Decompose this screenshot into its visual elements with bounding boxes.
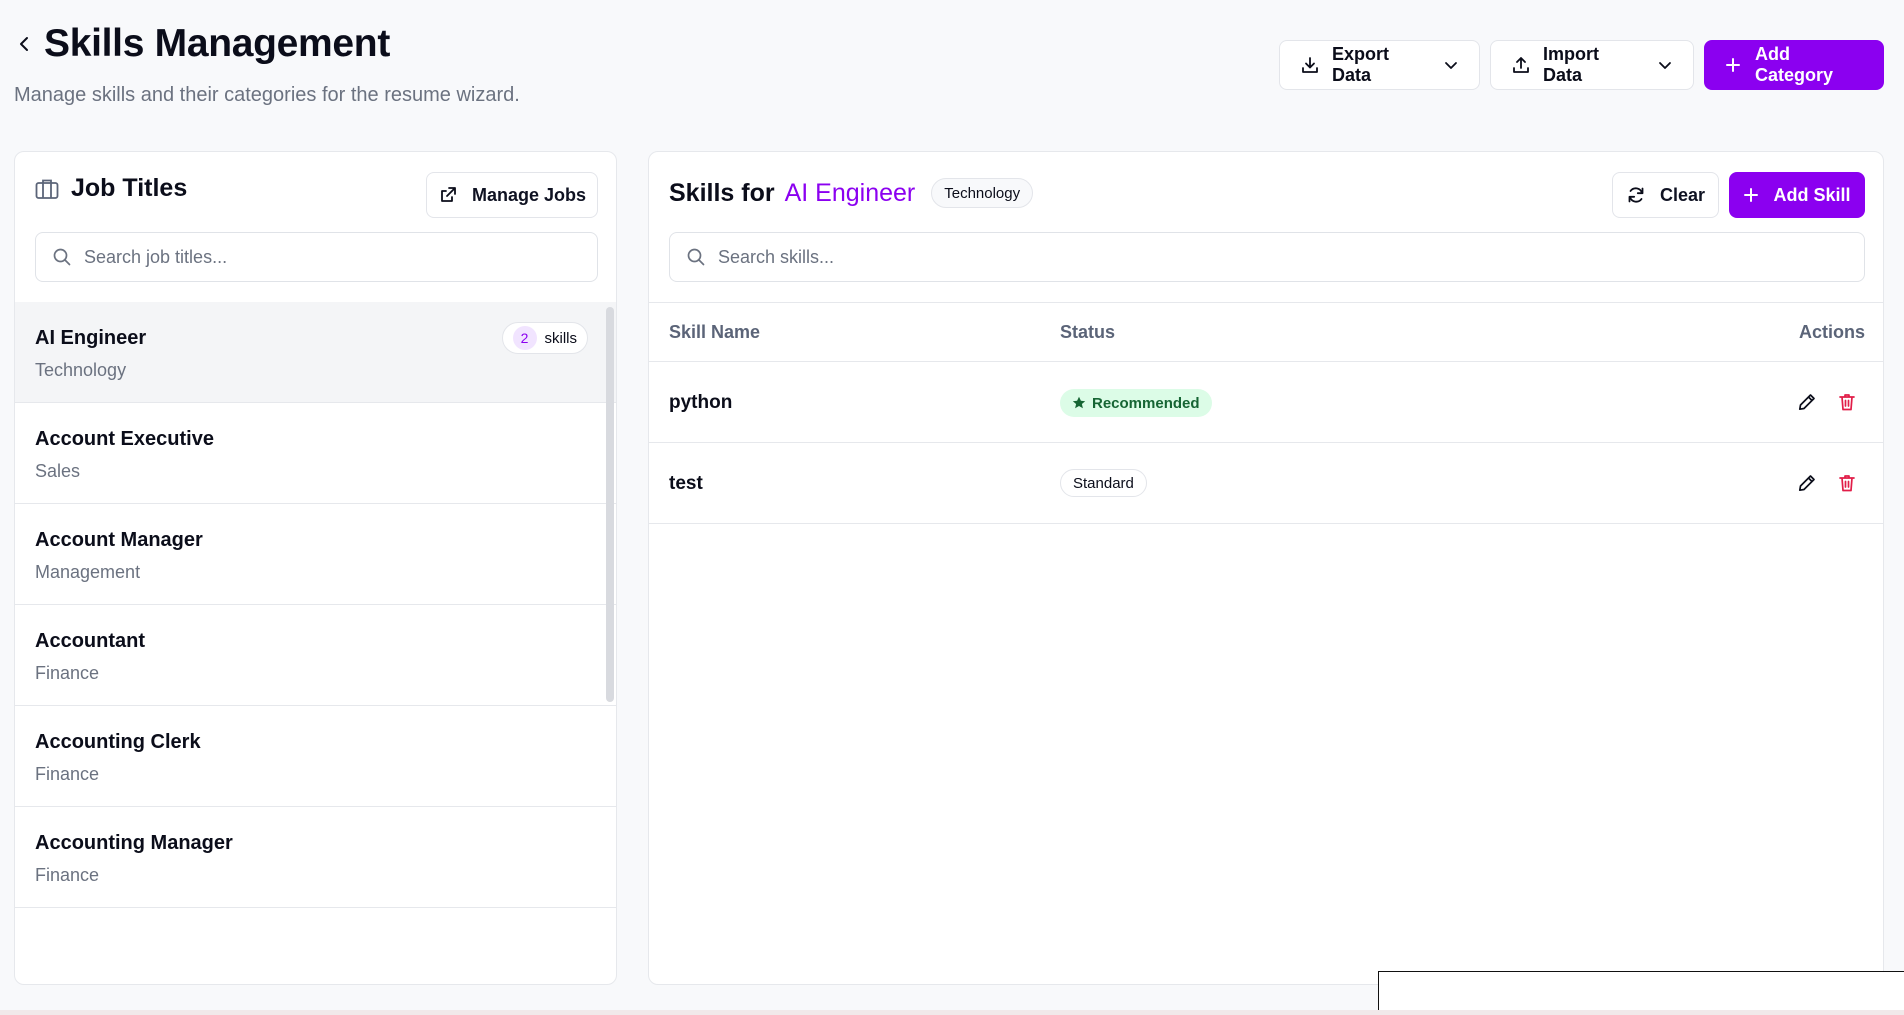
job-item-account-executive[interactable]: Account Executive Sales (15, 403, 616, 504)
job-name: Account Manager (35, 529, 203, 551)
refresh-icon (1626, 185, 1646, 205)
skills-header: Skills for AI Engineer Technology (669, 178, 1034, 208)
column-header-actions: Actions (1798, 322, 1865, 342)
skills-table: Skill Name Status Actions python Recomme… (649, 302, 1883, 524)
job-titles-header: Job Titles (35, 174, 187, 203)
skill-count-badge: 2 skills (501, 322, 588, 354)
chevron-down-icon (1443, 57, 1459, 73)
star-icon (1072, 396, 1086, 410)
chevron-down-icon (1657, 57, 1673, 73)
table-row: test Standard (649, 443, 1883, 524)
skill-count-number: 2 (512, 326, 537, 350)
job-item-account-manager[interactable]: Account Manager Management (15, 504, 616, 605)
job-name: Accountant (35, 630, 145, 652)
status-badge-standard: Standard (1060, 469, 1147, 497)
column-header-skill-name: Skill Name (669, 322, 761, 342)
job-name: AI Engineer (35, 327, 147, 349)
skills-panel: Skills for AI Engineer Technology Clear … (648, 151, 1884, 985)
job-item-accountant[interactable]: Accountant Finance (15, 605, 616, 706)
add-category-button[interactable]: Add Category (1704, 40, 1884, 90)
bottom-edge (0, 1010, 1904, 1015)
add-skill-button[interactable]: Add Skill (1729, 172, 1865, 218)
job-search-input[interactable] (84, 246, 581, 268)
manage-jobs-button[interactable]: Manage Jobs (426, 172, 598, 218)
column-header-status: Status (1060, 322, 1116, 342)
clear-button[interactable]: Clear (1612, 172, 1719, 218)
search-icon (52, 247, 72, 267)
export-data-button[interactable]: Export Data (1279, 40, 1480, 90)
briefcase-icon (35, 178, 59, 200)
export-data-label: Export Data (1332, 44, 1390, 85)
manage-jobs-label: Manage Jobs (471, 184, 587, 205)
plus-icon (1725, 57, 1741, 73)
add-skill-label: Add Skill (1773, 184, 1851, 205)
job-item-accounting-manager[interactable]: Accounting Manager Finance (15, 807, 616, 908)
plus-icon (1743, 187, 1759, 203)
job-item-accounting-clerk[interactable]: Accounting Clerk Finance (15, 706, 616, 807)
import-data-label: Import Data (1543, 44, 1599, 85)
upload-icon (1511, 55, 1531, 75)
skill-count-suffix: skills (544, 329, 578, 347)
delete-trash-icon[interactable] (1835, 390, 1859, 414)
job-titles-title: Job Titles (71, 174, 188, 202)
job-category: Finance (35, 764, 100, 784)
edit-pencil-icon[interactable] (1795, 471, 1819, 495)
job-item-ai-engineer[interactable]: AI Engineer Technology 2 skills (15, 302, 616, 403)
delete-trash-icon[interactable] (1835, 471, 1859, 495)
job-name: Accounting Manager (35, 832, 233, 854)
table-header-row: Skill Name Status Actions (649, 302, 1883, 362)
selected-job-title: AI Engineer (784, 178, 916, 207)
job-name: Account Executive (35, 428, 214, 450)
status-label: Standard (1073, 474, 1134, 492)
clear-label: Clear (1659, 184, 1706, 205)
job-category: Sales (35, 461, 81, 481)
edit-pencil-icon[interactable] (1795, 390, 1819, 414)
page-title: Skills Management (44, 22, 391, 65)
job-list-scrollbar[interactable] (606, 307, 614, 702)
table-row: python Recommended (649, 362, 1883, 443)
status-label: Recommended (1092, 394, 1200, 412)
skill-name: python (669, 392, 733, 413)
job-category: Finance (35, 663, 100, 683)
add-category-label: Add Category (1755, 44, 1834, 85)
job-search-box (35, 232, 598, 282)
skills-title-prefix: Skills for (669, 178, 775, 207)
skill-search-box (669, 232, 1865, 282)
job-list: AI Engineer Technology 2 skills Account … (15, 302, 616, 984)
download-icon (1300, 55, 1320, 75)
category-badge: Technology (931, 178, 1034, 208)
job-category: Technology (35, 360, 127, 380)
search-icon (686, 247, 706, 267)
skill-search-input[interactable] (718, 246, 1848, 268)
page-subtitle: Manage skills and their categories for t… (14, 84, 520, 106)
job-category: Management (35, 562, 141, 582)
status-badge-recommended: Recommended (1060, 389, 1212, 417)
import-data-button[interactable]: Import Data (1490, 40, 1694, 90)
job-titles-panel: Job Titles Manage Jobs AI Engineer Techn… (14, 151, 617, 985)
job-category: Finance (35, 865, 100, 885)
job-name: Accounting Clerk (35, 731, 201, 753)
back-chevron-icon[interactable] (14, 32, 34, 56)
external-link-icon (438, 185, 458, 205)
overlay-box (1378, 971, 1904, 1015)
page-header: Skills Management Manage skills and thei… (0, 0, 1904, 140)
skill-name: test (669, 473, 703, 494)
